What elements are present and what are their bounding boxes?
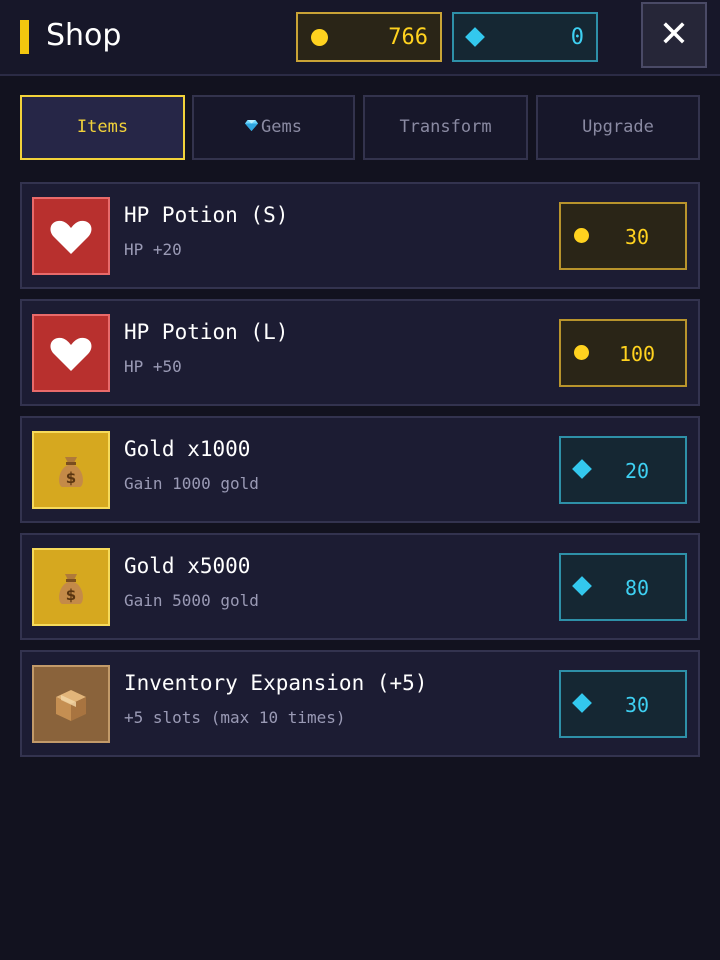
- buy-button[interactable]: 100: [559, 319, 687, 387]
- gem-icon: [572, 693, 592, 713]
- shop-item-card: $ Gold x5000 Gain 5000 gold 80: [20, 533, 700, 640]
- shop-item-card: Inventory Expansion (+5) +5 slots (max 1…: [20, 650, 700, 757]
- price-value: 80: [624, 576, 650, 600]
- item-description: HP +50: [124, 357, 182, 376]
- gem-icon: [245, 119, 259, 131]
- item-name: HP Potion (S): [124, 203, 289, 227]
- item-name: Gold x1000: [124, 437, 251, 461]
- item-icon-tile: $: [32, 548, 110, 626]
- money-bag-icon: $: [59, 574, 83, 604]
- shop-screen: Shop 766 0 ✕ Items Gems Transform Upgrad…: [0, 0, 720, 960]
- gem-balance: 0: [452, 12, 598, 62]
- shop-item-card: $ Gold x1000 Gain 1000 gold 20: [20, 416, 700, 523]
- svg-text:$: $: [66, 469, 76, 487]
- tab-upgrade[interactable]: Upgrade: [536, 95, 700, 160]
- buy-button[interactable]: 20: [559, 436, 687, 504]
- price-value: 30: [624, 693, 650, 717]
- coin-icon: [574, 228, 589, 243]
- price-value: 30: [624, 225, 650, 249]
- item-icon-tile: [32, 665, 110, 743]
- close-button[interactable]: ✕: [641, 2, 707, 68]
- item-description: Gain 1000 gold: [124, 474, 259, 493]
- item-name: HP Potion (L): [124, 320, 289, 344]
- title-accent-bar: [20, 20, 29, 54]
- tab-transform[interactable]: Transform: [363, 95, 528, 160]
- close-icon: ✕: [658, 14, 690, 55]
- tab-items[interactable]: Items: [20, 95, 185, 160]
- item-icon-tile: $: [32, 431, 110, 509]
- heart-icon: [50, 337, 92, 371]
- page-title: Shop: [46, 18, 122, 53]
- tab-gems-label: Gems: [261, 117, 302, 137]
- heart-icon: [50, 220, 92, 254]
- tab-gems[interactable]: Gems: [192, 95, 355, 160]
- item-icon-tile: [32, 197, 110, 275]
- price-value: 100: [618, 342, 656, 366]
- money-bag-icon: $: [59, 457, 83, 487]
- buy-button[interactable]: 30: [559, 202, 687, 270]
- tab-upgrade-label: Upgrade: [582, 117, 654, 137]
- item-description: +5 slots (max 10 times): [124, 708, 346, 727]
- tab-items-label: Items: [76, 117, 129, 137]
- buy-button[interactable]: 80: [559, 553, 687, 621]
- shop-item-card: HP Potion (S) HP +20 30: [20, 182, 700, 289]
- coin-icon: [574, 345, 589, 360]
- svg-text:$: $: [66, 586, 76, 604]
- item-description: Gain 5000 gold: [124, 591, 259, 610]
- gem-icon: [572, 459, 592, 479]
- item-description: HP +20: [124, 240, 182, 259]
- shop-item-card: HP Potion (L) HP +50 100: [20, 299, 700, 406]
- item-name: Gold x5000: [124, 554, 251, 578]
- item-name: Inventory Expansion (+5): [124, 671, 428, 695]
- item-icon-tile: [32, 314, 110, 392]
- box-icon: [56, 690, 86, 721]
- coin-icon: [311, 29, 328, 46]
- gem-balance-value: 0: [570, 25, 584, 50]
- shop-header: Shop 766 0 ✕: [0, 0, 720, 76]
- gold-balance: 766: [296, 12, 442, 62]
- tab-transform-label: Transform: [399, 117, 492, 137]
- gem-icon: [465, 27, 485, 47]
- gold-balance-value: 766: [388, 25, 428, 50]
- price-value: 20: [624, 459, 650, 483]
- buy-button[interactable]: 30: [559, 670, 687, 738]
- gem-icon: [572, 576, 592, 596]
